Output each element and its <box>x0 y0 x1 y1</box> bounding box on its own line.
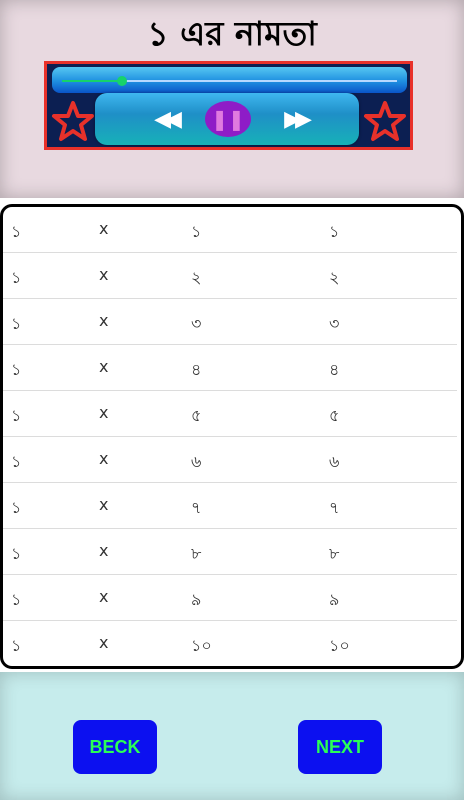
multiplier: ১ <box>191 222 202 241</box>
table-row: ১ x ৩ ৩ <box>3 299 457 345</box>
product: ৬ <box>329 452 340 471</box>
product: ৩ <box>329 314 340 333</box>
product: ৭ <box>329 498 340 517</box>
operator: x <box>99 587 109 606</box>
multiplicand: ১ <box>11 452 22 471</box>
bottom-panel: BECK NEXT <box>0 672 464 800</box>
operator: x <box>99 219 109 238</box>
fast-forward-icon: ▶▶ <box>284 106 312 132</box>
back-button[interactable]: BECK <box>73 720 157 774</box>
table-row: ১ x ৫ ৫ <box>3 391 457 437</box>
operator: x <box>99 265 109 284</box>
rewind-button[interactable]: ◀◀ <box>145 102 185 136</box>
multiplier: ৭ <box>191 498 202 517</box>
multiplicand: ১ <box>11 636 22 655</box>
multiplicand: ১ <box>11 590 22 609</box>
multiplier: ৬ <box>191 452 202 471</box>
product: ১ <box>329 222 340 241</box>
table-row: ১ x ৭ ৭ <box>3 483 457 529</box>
table-row: ১ x ৬ ৬ <box>3 437 457 483</box>
multiplicand: ১ <box>11 406 22 425</box>
multiplier: ১০ <box>191 636 212 655</box>
product: ৮ <box>329 544 340 563</box>
multiplicand: ১ <box>11 314 22 333</box>
seek-bar[interactable] <box>52 67 407 93</box>
multiplier: ৫ <box>191 406 202 425</box>
seek-track <box>62 76 397 86</box>
star-left-icon <box>52 101 94 141</box>
product: ২ <box>329 268 340 287</box>
multiplicand: ১ <box>11 268 22 287</box>
operator: x <box>99 403 109 422</box>
operator: x <box>99 357 109 376</box>
top-panel: ১ এর নামতা ◀◀ ❚❚ ▶▶ <box>0 0 464 198</box>
star-right-icon <box>364 101 406 141</box>
multiplier: ৯ <box>191 590 202 609</box>
pause-icon: ❚❚ <box>211 107 245 131</box>
operator: x <box>99 495 109 514</box>
page-title: ১ এর নামতা <box>147 14 317 53</box>
product: ৯ <box>329 590 340 609</box>
multiplicand: ১ <box>11 360 22 379</box>
table-row: ১ x ৪ ৪ <box>3 345 457 391</box>
product: ১০ <box>329 636 350 655</box>
multiplier: ৩ <box>191 314 202 333</box>
multiplier: ২ <box>191 268 202 287</box>
seek-thumb[interactable] <box>117 76 128 86</box>
multiplication-table: ১ x ১ ১ ১ x ২ ২ ১ x ৩ ৩ ১ x ৪ ৪ ১ x ৫ ৫ … <box>0 204 464 669</box>
product: ৪ <box>329 360 340 379</box>
seek-progress-fill <box>62 80 123 82</box>
rewind-icon: ◀◀ <box>154 106 182 132</box>
multiplicand: ১ <box>11 222 22 241</box>
table-row: ১ x ১ ১ <box>3 207 457 253</box>
product: ৫ <box>329 406 340 425</box>
pause-button[interactable]: ❚❚ <box>205 101 251 137</box>
multiplier: ৮ <box>191 544 202 563</box>
table-row: ১ x ১০ ১০ <box>3 621 457 666</box>
audio-player: ◀◀ ❚❚ ▶▶ <box>44 61 413 150</box>
playback-controls: ◀◀ ❚❚ ▶▶ <box>95 93 359 145</box>
table-row: ১ x ৯ ৯ <box>3 575 457 621</box>
next-button[interactable]: NEXT <box>298 720 382 774</box>
fast-forward-button[interactable]: ▶▶ <box>275 102 315 136</box>
operator: x <box>99 541 109 560</box>
multiplicand: ১ <box>11 544 22 563</box>
multiplier: ৪ <box>191 360 202 379</box>
table-row: ১ x ৮ ৮ <box>3 529 457 575</box>
table-row: ১ x ২ ২ <box>3 253 457 299</box>
operator: x <box>99 311 109 330</box>
operator: x <box>99 449 109 468</box>
multiplicand: ১ <box>11 498 22 517</box>
operator: x <box>99 633 109 652</box>
